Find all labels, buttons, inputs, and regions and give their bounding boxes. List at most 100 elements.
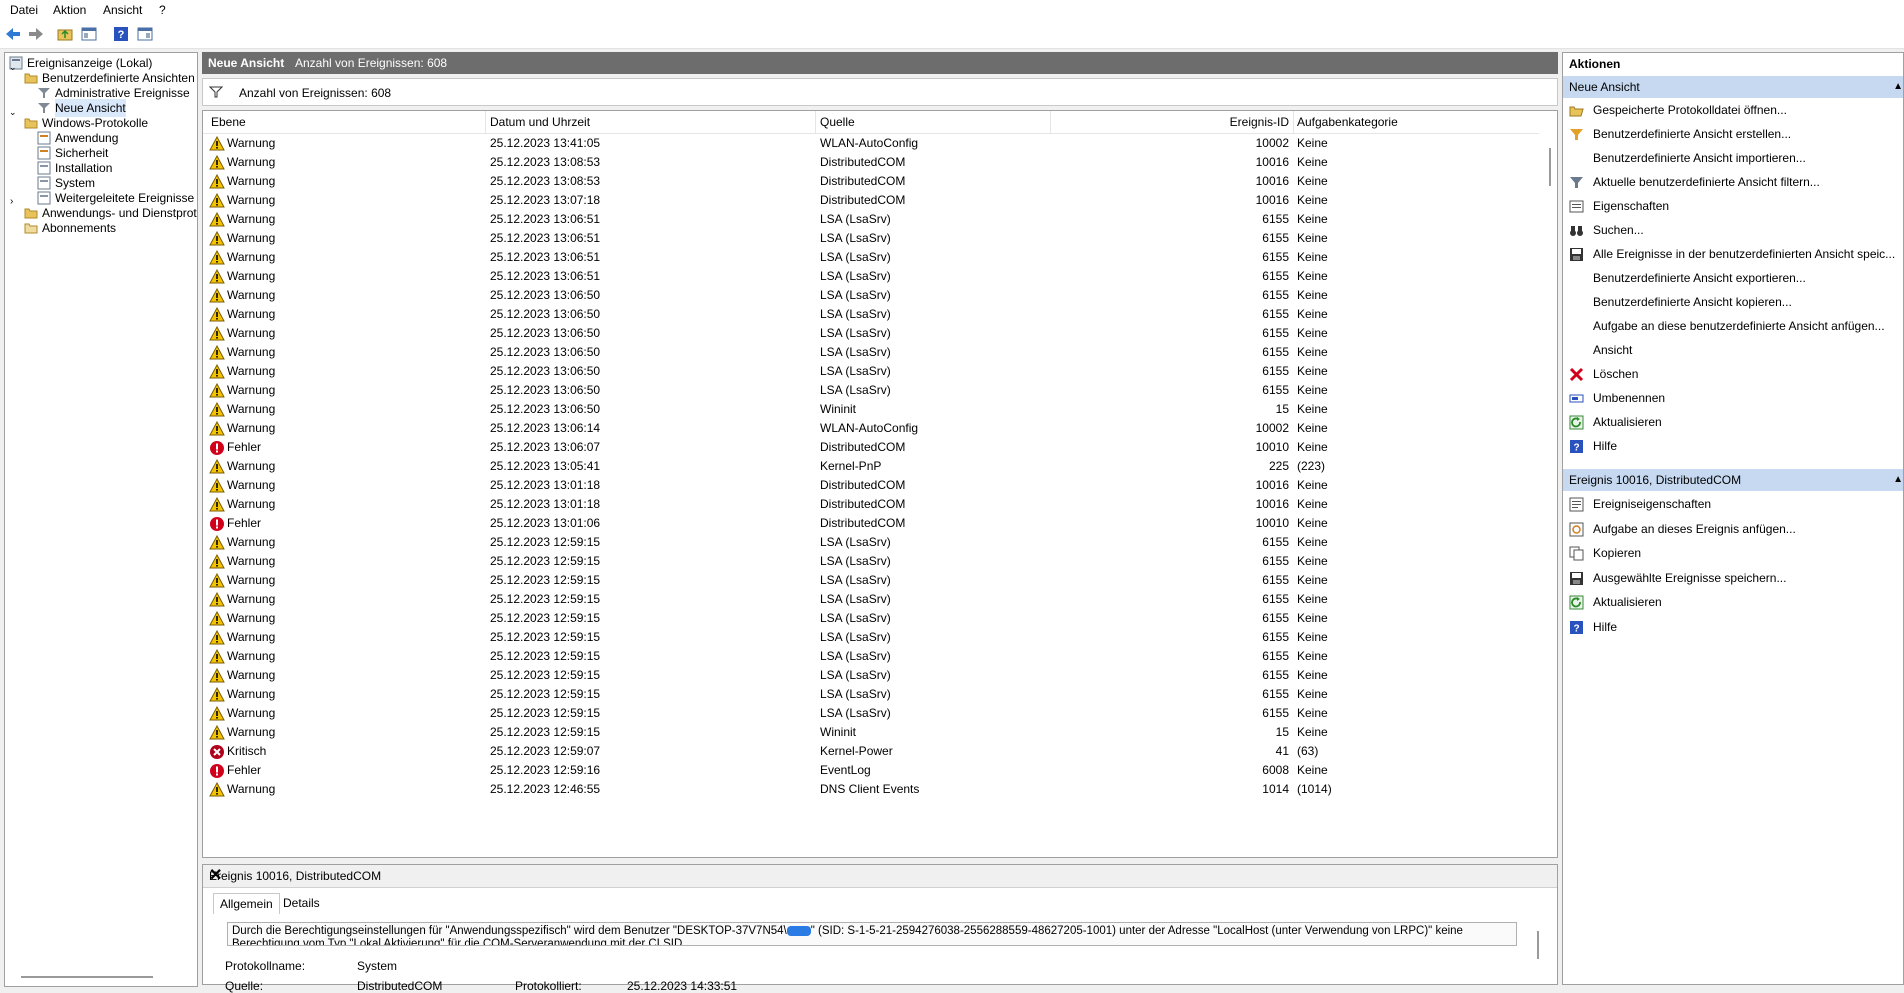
table-row[interactable]: Warnung 25.12.2023 13:08:53 DistributedCOM…	[203, 172, 1539, 191]
action-alle-ereignisse-in-der-benutzerdefinierten-ansicht-speic[interactable]: Alle Ereignisse in der benutzerdefiniert…	[1563, 244, 1903, 264]
table-row[interactable]: Warnung 25.12.2023 12:59:15 Wininit 15 Keine	[203, 723, 1539, 742]
help-icon[interactable]: ?	[111, 24, 130, 43]
table-row[interactable]: Warnung 25.12.2023 13:01:18 DistributedCOM…	[203, 495, 1539, 514]
table-row[interactable]: Warnung 25.12.2023 12:59:15 LSA (LsaSrv) 61…	[203, 590, 1539, 609]
action-eigenschaften[interactable]: Eigenschaften	[1563, 196, 1903, 216]
horizontal-scrollbar[interactable]	[21, 976, 153, 978]
chevron-up-icon[interactable]: ▲	[1893, 76, 1903, 98]
column-event-id[interactable]: Ereignis-ID	[1043, 115, 1289, 129]
action-aktualisieren[interactable]: Aktualisieren	[1563, 592, 1903, 612]
table-row[interactable]: Warnung 25.12.2023 12:59:15 LSA (LsaSrv) 61…	[203, 666, 1539, 685]
table-row[interactable]: Warnung 25.12.2023 12:59:15 LSA (LsaSrv) 61…	[203, 628, 1539, 647]
action-kopieren[interactable]: Kopieren	[1563, 543, 1903, 563]
column-task-category[interactable]: Aufgabenkategorie	[1297, 115, 1398, 129]
menu-ansicht[interactable]: Ansicht	[103, 3, 142, 17]
column-divider[interactable]	[815, 111, 816, 133]
chevron-right-icon[interactable]: ›	[10, 196, 13, 207]
table-row[interactable]: Warnung 25.12.2023 13:06:51 LSA (LsaSrv) 61…	[203, 248, 1539, 267]
warning-icon	[209, 591, 225, 608]
date-cell: 25.12.2023 12:59:15	[490, 573, 601, 587]
actions-section-event[interactable]: Ereignis 10016, DistributedCOM ▲	[1563, 469, 1903, 491]
scrollbar-thumb[interactable]	[1549, 148, 1551, 186]
action-hilfe[interactable]: ? Hilfe	[1563, 617, 1903, 637]
table-row[interactable]: Warnung 25.12.2023 13:06:51 LSA (LsaSrv) 61…	[203, 229, 1539, 248]
table-row[interactable]: Warnung 25.12.2023 13:06:50 LSA (LsaSrv) 61…	[203, 343, 1539, 362]
menu-aktion[interactable]: Aktion	[53, 3, 86, 17]
table-row[interactable]: Warnung 25.12.2023 13:06:51 LSA (LsaSrv) 61…	[203, 267, 1539, 286]
table-row[interactable]: Warnung 25.12.2023 12:59:15 LSA (LsaSrv) 61…	[203, 704, 1539, 723]
action-löschen[interactable]: Löschen	[1563, 364, 1903, 384]
event-id-cell: 6155	[1262, 212, 1289, 226]
table-row[interactable]: Warnung 25.12.2023 12:59:15 LSA (LsaSrv) 61…	[203, 533, 1539, 552]
message-scrollbar[interactable]	[1537, 931, 1539, 959]
menu-datei[interactable]: Datei	[10, 3, 38, 17]
event-id-cell: 6155	[1262, 250, 1289, 264]
tab-details[interactable]: Details	[277, 893, 326, 913]
center-pane: Neue Ansicht Anzahl von Ereignissen: 608…	[202, 52, 1558, 993]
table-row[interactable]: Warnung 25.12.2023 12:59:15 LSA (LsaSrv) 61…	[203, 609, 1539, 628]
date-cell: 25.12.2023 12:59:15	[490, 554, 601, 568]
action-ausgewählte-ereignisse-speichern[interactable]: Ausgewählte Ereignisse speichern...	[1563, 568, 1903, 588]
folder-up-icon[interactable]	[55, 24, 74, 43]
tree-subscriptions[interactable]: Abonnements	[24, 219, 116, 237]
action-gespeicherte-protokolldatei-öffnen[interactable]: Gespeicherte Protokolldatei öffnen...	[1563, 100, 1903, 120]
column-divider[interactable]	[485, 111, 486, 133]
date-cell: 25.12.2023 13:41:05	[490, 136, 601, 150]
column-divider[interactable]	[1293, 111, 1294, 133]
forward-icon[interactable]	[26, 24, 45, 43]
table-row[interactable]: Kritisch 25.12.2023 12:59:07 Kernel-Power 4…	[203, 742, 1539, 761]
show-hide-tree-icon[interactable]	[79, 24, 98, 43]
table-row[interactable]: Warnung 25.12.2023 13:06:14 WLAN-AutoConfi…	[203, 419, 1539, 438]
action-benutzerdefinierte-ansicht-erstellen[interactable]: Benutzerdefinierte Ansicht erstellen...	[1563, 124, 1903, 144]
action-ereigniseigenschaften[interactable]: Ereigniseigenschaften	[1563, 494, 1903, 514]
chevron-up-icon[interactable]: ▲	[1893, 469, 1903, 491]
event-message[interactable]: Durch die Berechtigungseinstellungen für…	[227, 922, 1517, 946]
warning-icon	[209, 325, 225, 342]
table-row[interactable]: Warnung 25.12.2023 13:06:50 LSA (LsaSrv) 61…	[203, 286, 1539, 305]
table-row[interactable]: Warnung 25.12.2023 13:06:50 LSA (LsaSrv) 61…	[203, 381, 1539, 400]
chevron-down-icon[interactable]: ⌄	[9, 62, 17, 73]
action-aufgabe-an-diese-benutzerdefinierte-ansicht-anfügen[interactable]: Aufgabe an diese benutzerdefinierte Ansi…	[1563, 316, 1903, 336]
vertical-scrollbar[interactable]	[1539, 111, 1557, 857]
action-hilfe[interactable]: ? Hilfe	[1563, 436, 1903, 456]
table-row[interactable]: Warnung 25.12.2023 12:46:55 DNS Client Eve…	[203, 780, 1539, 799]
table-row[interactable]: Warnung 25.12.2023 12:59:15 LSA (LsaSrv) 61…	[203, 571, 1539, 590]
table-row[interactable]: Warnung 25.12.2023 12:59:15 LSA (LsaSrv) 61…	[203, 552, 1539, 571]
refresh-icon	[1569, 415, 1584, 430]
table-row[interactable]: Warnung 25.12.2023 13:41:05 WLAN-AutoConfi…	[203, 134, 1539, 153]
action-aktuelle-benutzerdefinierte-ansicht-filtern[interactable]: Aktuelle benutzerdefinierte Ansicht filt…	[1563, 172, 1903, 192]
table-row[interactable]: Warnung 25.12.2023 13:01:18 DistributedCOM…	[203, 476, 1539, 495]
table-row[interactable]: Warnung 25.12.2023 13:06:50 LSA (LsaSrv) 61…	[203, 305, 1539, 324]
table-row[interactable]: Warnung 25.12.2023 13:06:50 LSA (LsaSrv) 61…	[203, 324, 1539, 343]
close-icon[interactable]: ✕	[209, 865, 1549, 887]
table-row[interactable]: Warnung 25.12.2023 12:59:15 LSA (LsaSrv) 61…	[203, 685, 1539, 704]
column-source[interactable]: Quelle	[820, 115, 855, 129]
table-row[interactable]: Fehler 25.12.2023 13:01:06 DistributedCOM 1…	[203, 514, 1539, 533]
action-suchen[interactable]: Suchen...	[1563, 220, 1903, 240]
table-row[interactable]: Warnung 25.12.2023 13:06:50 Wininit 15 Keine	[203, 400, 1539, 419]
table-row[interactable]: Warnung 25.12.2023 12:59:15 LSA (LsaSrv) 61…	[203, 647, 1539, 666]
table-row[interactable]: Warnung 25.12.2023 13:08:53 DistributedCOM…	[203, 153, 1539, 172]
tab-general[interactable]: Allgemein	[213, 893, 280, 914]
action-umbenennen[interactable]: Umbenennen	[1563, 388, 1903, 408]
column-date[interactable]: Datum und Uhrzeit	[490, 115, 590, 129]
action-aktualisieren[interactable]: Aktualisieren	[1563, 412, 1903, 432]
table-row[interactable]: Fehler 25.12.2023 13:06:07 DistributedCOM 1…	[203, 438, 1539, 457]
back-icon[interactable]	[3, 24, 22, 43]
table-row[interactable]: Warnung 25.12.2023 13:06:50 LSA (LsaSrv) 61…	[203, 362, 1539, 381]
source-cell: LSA (LsaSrv)	[820, 231, 891, 245]
table-row[interactable]: Warnung 25.12.2023 13:07:18 DistributedCOM…	[203, 191, 1539, 210]
chevron-down-icon[interactable]: ⌄	[9, 107, 17, 118]
table-row[interactable]: Warnung 25.12.2023 13:06:51 LSA (LsaSrv) 61…	[203, 210, 1539, 229]
column-level[interactable]: Ebene	[211, 115, 246, 129]
action-benutzerdefinierte-ansicht-exportieren[interactable]: Benutzerdefinierte Ansicht exportieren..…	[1563, 268, 1903, 288]
actions-section-view[interactable]: Neue Ansicht ▲	[1563, 76, 1903, 98]
action-ansicht[interactable]: Ansicht	[1563, 340, 1903, 360]
action-benutzerdefinierte-ansicht-importieren[interactable]: Benutzerdefinierte Ansicht importieren..…	[1563, 148, 1903, 168]
action-aufgabe-an-dieses-ereignis-anfügen[interactable]: Aufgabe an dieses Ereignis anfügen...	[1563, 519, 1903, 539]
action-benutzerdefinierte-ansicht-kopieren[interactable]: Benutzerdefinierte Ansicht kopieren...	[1563, 292, 1903, 312]
table-row[interactable]: Warnung 25.12.2023 13:05:41 Kernel-PnP 225 (…	[203, 457, 1539, 476]
table-row[interactable]: Fehler 25.12.2023 12:59:16 EventLog 6008 Kei…	[203, 761, 1539, 780]
show-action-pane-icon[interactable]	[135, 24, 154, 43]
menu-help[interactable]: ?	[159, 3, 166, 17]
